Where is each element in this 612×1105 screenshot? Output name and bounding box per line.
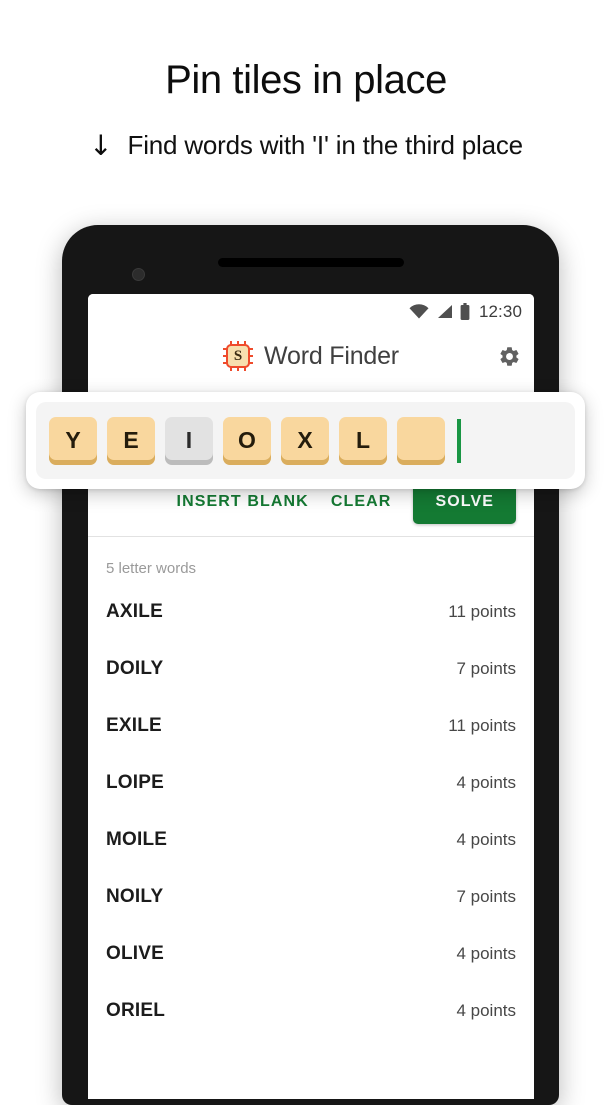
app-brand: S Word Finder [223,341,399,371]
down-arrow-icon: ↓ [89,128,113,162]
battery-icon [460,303,470,320]
word-points: 4 points [456,772,516,792]
word-points: 4 points [456,943,516,963]
word-row[interactable]: MOILE 4 points [88,811,534,868]
insert-blank-button[interactable]: INSERT BLANK [177,493,309,511]
rack-tile-5[interactable]: X [281,416,329,465]
word-points: 4 points [456,829,516,849]
promo-subtitle-row: ↓ Find words with 'I' in the third place [0,130,612,161]
word-points: 11 points [448,715,516,735]
results-list: 5 letter words AXILE 11 points DOILY 7 poin… [88,537,534,1039]
word-row[interactable]: AXILE 11 points [88,583,534,640]
promo-subtitle: Find words with 'I' in the third place [127,130,524,160]
tile-rack-inner: YEIOXL [36,402,575,479]
rack-tile-2[interactable]: E [107,416,155,465]
scrabble-s-tile-logo-icon: S [223,341,254,371]
text-caret [457,418,461,463]
phone-device-frame: 12:30 S Word Finder INSERT BLANK CLEAR S… [62,225,559,1105]
word-points: 11 points [448,601,516,621]
word-text: DOILY [106,657,164,679]
word-row[interactable]: ORIEL 4 points [88,982,534,1039]
promo-header: Pin tiles in place ↓ Find words with 'I'… [0,0,612,161]
app-title: Word Finder [264,341,399,370]
word-row[interactable]: LOIPE 4 points [88,754,534,811]
rack-tile-1[interactable]: Y [49,416,97,465]
status-bar: 12:30 [88,294,534,329]
cellular-signal-icon [436,304,453,319]
word-row[interactable]: OLIVE 4 points [88,925,534,982]
rack-tile-6[interactable]: L [339,416,387,465]
tile-rack-card: YEIOXL [26,392,585,489]
word-text: ORIEL [106,999,166,1021]
rack-tile-3[interactable]: I [165,416,213,465]
rack-tile-7[interactable] [397,416,445,465]
rack-tile-4[interactable]: O [223,416,271,465]
word-text: MOILE [106,828,168,850]
word-text: NOILY [106,885,164,907]
word-points: 7 points [456,886,516,906]
word-row[interactable]: EXILE 11 points [88,697,534,754]
clear-button[interactable]: CLEAR [331,493,392,511]
word-points: 4 points [456,1000,516,1020]
page-title: Pin tiles in place [165,58,447,102]
results-group-header: 5 letter words [106,559,197,577]
gear-icon[interactable] [497,344,521,368]
word-row[interactable]: DOILY 7 points [88,640,534,697]
earpiece-speaker-icon [217,258,404,267]
word-text: EXILE [106,714,162,736]
app-bar: S Word Finder [88,329,534,383]
word-text: AXILE [106,600,163,622]
front-camera-icon [132,268,145,281]
word-text: LOIPE [106,771,165,793]
status-bar-clock: 12:30 [478,301,522,321]
word-row[interactable]: NOILY 7 points [88,868,534,925]
logo-letter: S [233,347,243,364]
word-points: 7 points [456,658,516,678]
wifi-icon [409,304,429,319]
word-text: OLIVE [106,942,165,964]
